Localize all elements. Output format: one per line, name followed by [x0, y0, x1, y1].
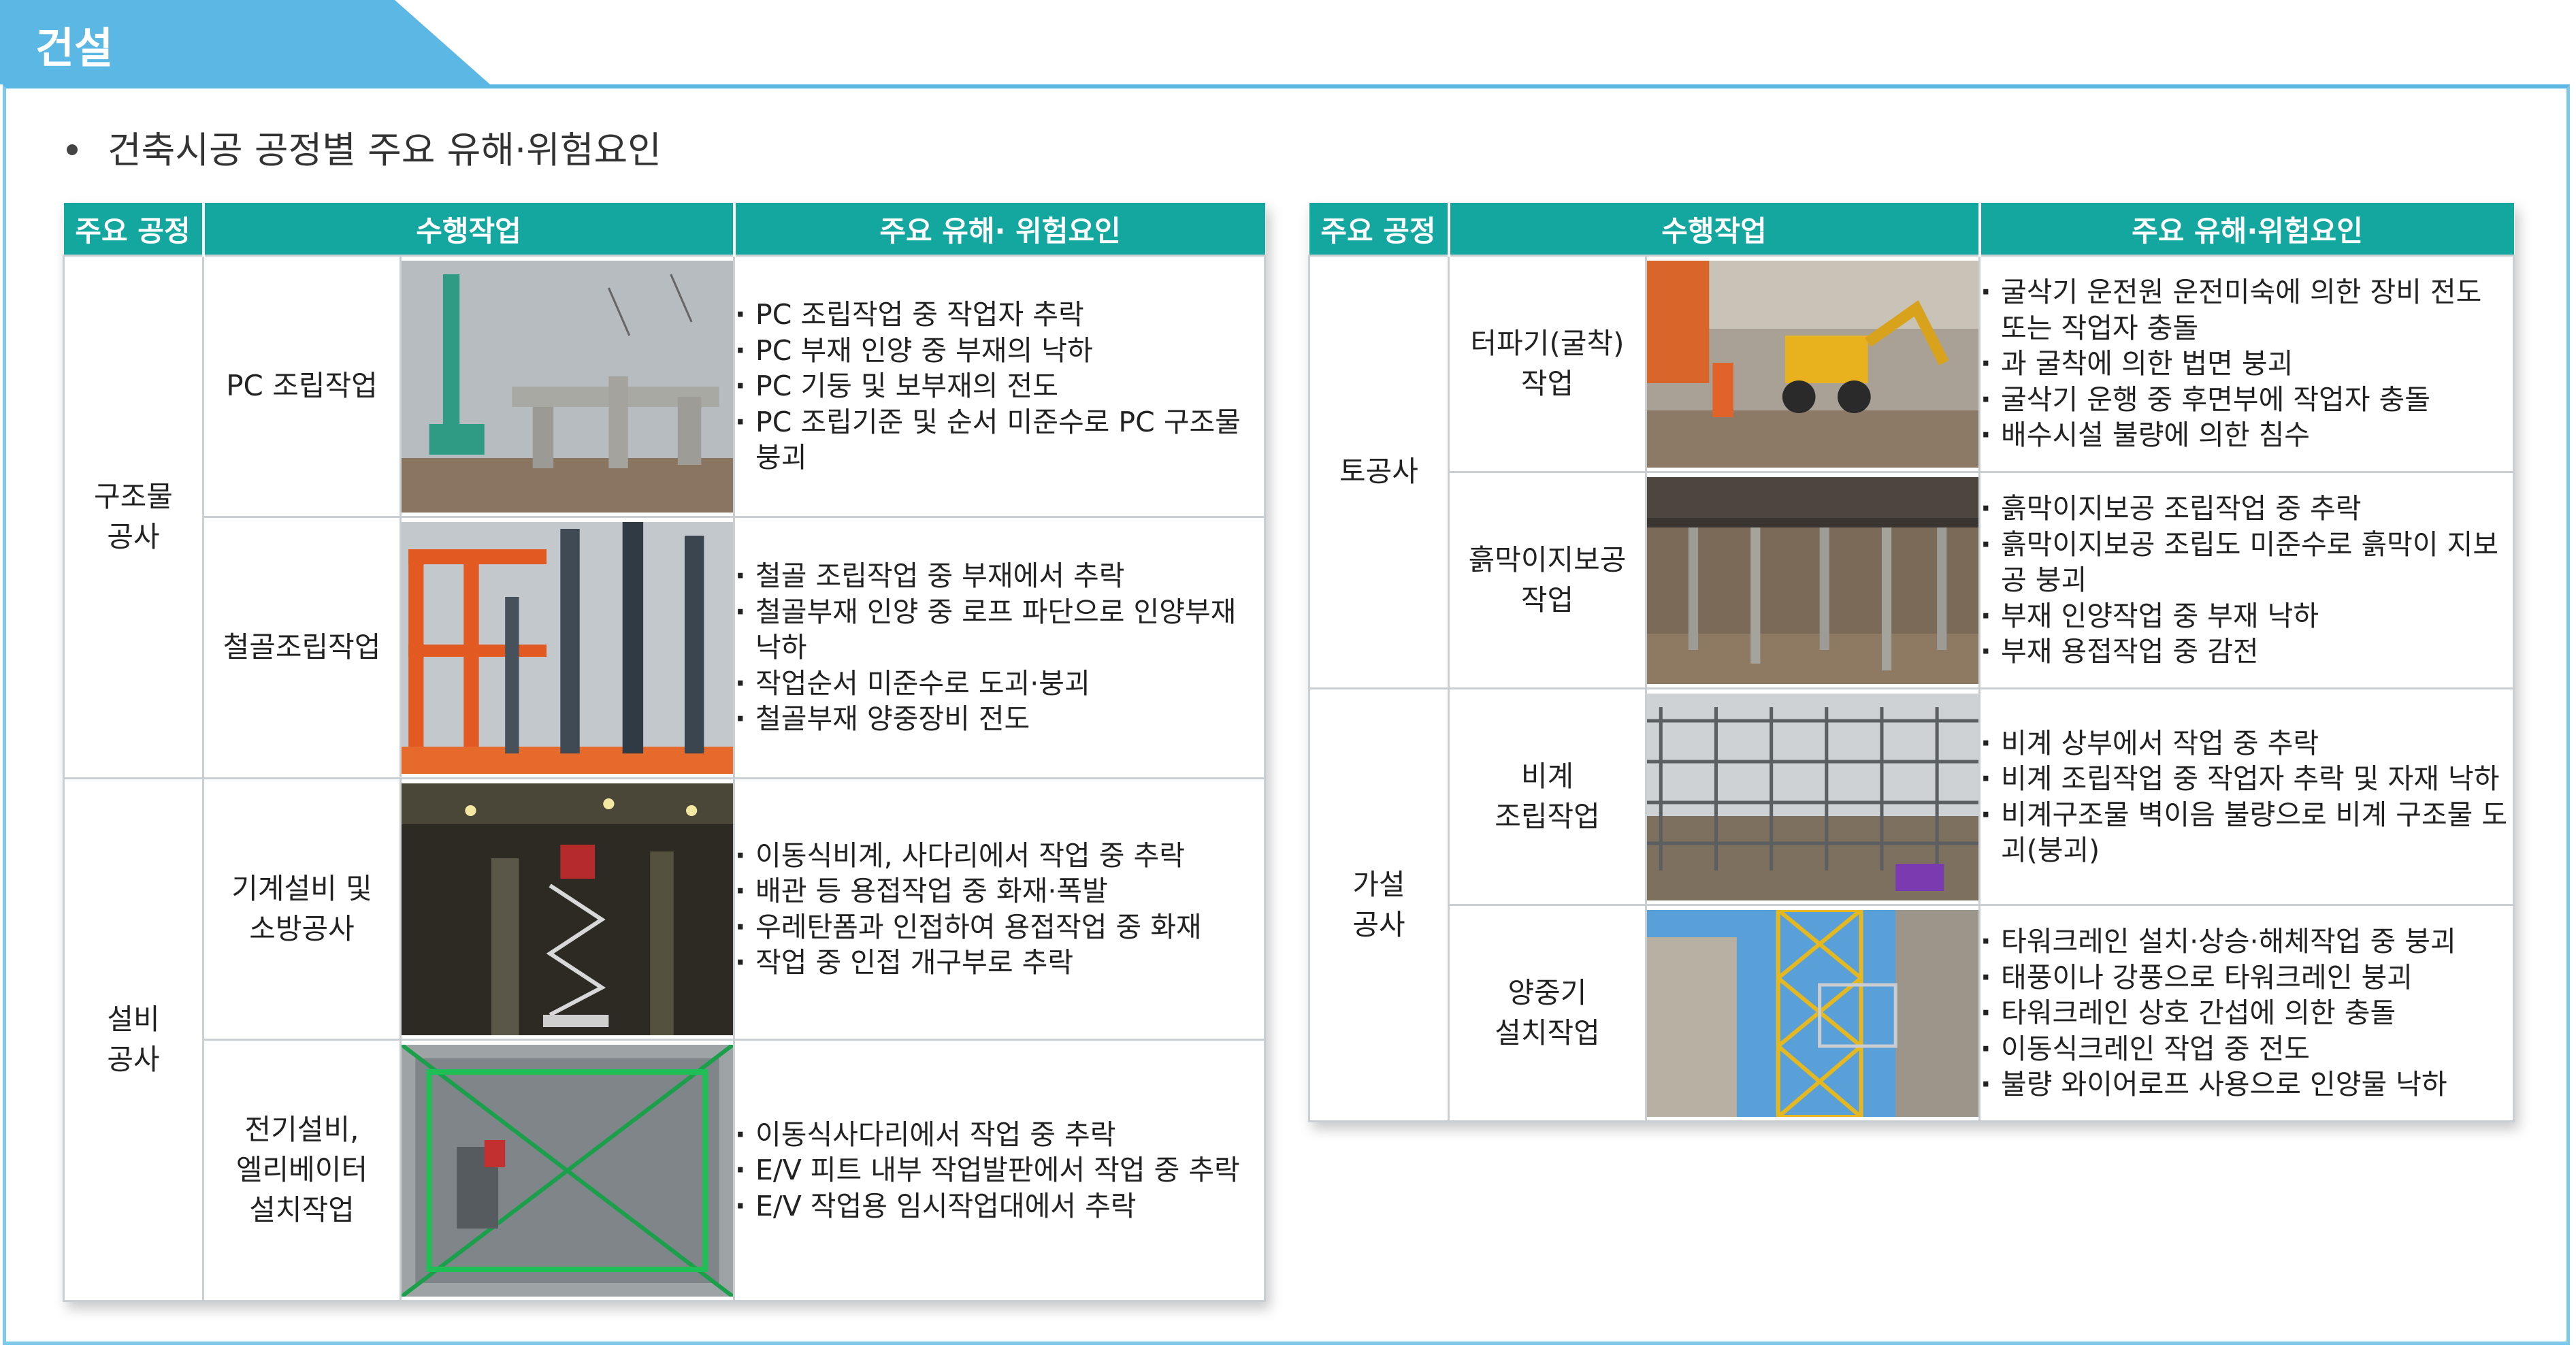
- hazard-item: 굴삭기 운행 중 후면부에 작업자 충돌: [1980, 382, 2513, 418]
- photo-cell: [1645, 255, 1980, 473]
- hazard-item: 부재 인양작업 중 부재 낙하: [1980, 598, 2513, 634]
- elevator-shaft-photo: [402, 1044, 733, 1297]
- hazard-item: 흙막이지보공 조립도 미준수로 흙막이 지보공 붕괴: [1980, 527, 2513, 598]
- task-cell: 철골조립작업: [202, 516, 402, 779]
- task-cell: 비계 조립작업: [1448, 687, 1647, 906]
- hazard-item: 이동식사다리에서 작업 중 추락: [735, 1117, 1264, 1153]
- hazard-item: 불량 와이어로프 사용으로 인양물 낙하: [1980, 1067, 2513, 1103]
- earth-retaining-photo: [1647, 476, 1978, 684]
- hazard-cell: 비계 상부에서 작업 중 추락 비계 조립작업 중 작업자 추락 및 자재 낙하…: [1978, 687, 2515, 906]
- hazard-item: PC 기둥 및 보부재의 전도: [735, 368, 1264, 404]
- hazard-item: 배수시설 불량에 의한 침수: [1980, 417, 2513, 453]
- process-cell: 구조물 공사: [63, 255, 204, 779]
- hazard-list: 이동식비계, 사다리에서 작업 중 추락 배관 등 용접작업 중 화재·폭발 우…: [735, 838, 1264, 981]
- col-header-task: 수행작업: [203, 203, 736, 256]
- table-row: 가설 공사 비계 조립작업 비계: [1308, 687, 2515, 1122]
- steel-assembly-photo: [402, 521, 733, 774]
- hazard-cell: 타워크레인 설치·상승·해체작업 중 붕괴 태풍이나 강풍으로 타워크레인 붕괴…: [1978, 904, 2515, 1122]
- bullet-dot: [67, 144, 78, 156]
- hazard-cell: 흙막이지보공 조립작업 중 추락 흙막이지보공 조립도 미준수로 흙막이 지보공…: [1978, 471, 2515, 689]
- mechanical-work-photo: [402, 783, 733, 1035]
- hazard-item: 타워크레인 상호 간섭에 의한 충돌: [1980, 995, 2513, 1031]
- table-row: 구조물 공사 PC 조립작업 PC 조립작업 중 작: [63, 255, 1266, 779]
- right-hazard-table: 주요 공정 수행작업 주요 유해·위험요인 토공사 터파기(굴착) 작업 · 굴…: [1308, 203, 2515, 1122]
- col-header-process: 주요 공정: [63, 203, 205, 256]
- hazard-list: 이동식사다리에서 작업 중 추락 E/V 피트 내부 작업발판에서 작업 중 추…: [735, 1117, 1264, 1224]
- col-header-hazard: 주요 유해·위험요인: [1979, 203, 2514, 256]
- hazard-item: 작업 중 인접 개구부로 추락: [735, 945, 1264, 981]
- hazard-list: 타워크레인 설치·상승·해체작업 중 붕괴 태풍이나 강풍으로 타워크레인 붕괴…: [1980, 924, 2513, 1103]
- photo-cell: [400, 777, 735, 1041]
- hazard-item: 이동식비계, 사다리에서 작업 중 추락: [735, 838, 1264, 874]
- hazard-item: 배관 등 용접작업 중 화재·폭발: [735, 873, 1264, 909]
- hazard-list: 굴삭기 운전원 운전미숙에 의한 장비 전도 또는 작업자 충돌 과 굴착에 의…: [1980, 274, 2513, 453]
- table-row: 양중기 설치작업 타워크레인 설치·상승·해체작: [1309, 904, 2515, 1122]
- photo-cell: [1645, 904, 1980, 1122]
- table-row: 철골조립작업 철골 조립작업 중 부재에서 추락: [64, 516, 1266, 779]
- task-cell: 흙막이지보공 작업: [1448, 471, 1647, 689]
- hazard-item: 흙막이지보공 조립작업 중 추락: [1980, 491, 2513, 527]
- hazard-cell: 굴삭기 운전원 운전미숙에 의한 장비 전도 또는 작업자 충돌 과 굴착에 의…: [1978, 255, 2515, 473]
- col-header-process: 주요 공정: [1309, 203, 1450, 256]
- hazard-list: PC 조립작업 중 작업자 추락 PC 부재 인양 중 부재의 낙하 PC 기둥…: [735, 297, 1264, 475]
- task-cell: PC 조립작업: [202, 255, 402, 518]
- hazard-item: 철골 조립작업 중 부재에서 추락: [735, 558, 1264, 594]
- hazard-list: 철골 조립작업 중 부재에서 추락 철골부재 인양 중 로프 파단으로 인양부재…: [735, 558, 1264, 737]
- table-header-row: 주요 공정 수행작업 주요 유해·위험요인: [1309, 203, 2514, 256]
- photo-cell: [400, 516, 735, 779]
- table-row: 토공사 터파기(굴착) 작업 굴삭기 운전원 운전미숙에 의한 장비 전도: [1308, 255, 2515, 689]
- intro-text: 건축시공 공정별 주요 유해·위험요인: [108, 129, 662, 172]
- hazard-item: 철골부재 인양 중 로프 파단으로 인양부재 낙하: [735, 594, 1264, 666]
- tower-crane-photo: [1647, 909, 1978, 1117]
- hazard-item: 타워크레인 설치·상승·해체작업 중 붕괴: [1980, 924, 2513, 960]
- col-header-task: 수행작업: [1448, 203, 1981, 256]
- process-cell: 가설 공사: [1308, 687, 1450, 1122]
- photo-cell: [400, 255, 735, 518]
- task-cell: 양중기 설치작업: [1448, 904, 1647, 1122]
- hazard-item: E/V 피트 내부 작업발판에서 작업 중 추락: [735, 1152, 1264, 1188]
- hazard-cell: 철골 조립작업 중 부재에서 추락 철골부재 인양 중 로프 파단으로 인양부재…: [733, 516, 1266, 779]
- photo-cell: [1645, 471, 1980, 689]
- left-hazard-table: 주요 공정 수행작업 주요 유해· 위험요인 구조물 공사 PC 조립작업 · …: [63, 203, 1266, 1302]
- hazard-cell: 이동식비계, 사다리에서 작업 중 추락 배관 등 용접작업 중 화재·폭발 우…: [733, 777, 1266, 1041]
- hazard-item: 부재 용접작업 중 감전: [1980, 634, 2513, 670]
- hazard-list: 흙막이지보공 조립작업 중 추락 흙막이지보공 조립도 미준수로 흙막이 지보공…: [1980, 491, 2513, 670]
- hazard-item: 비계구조물 벽이음 불량으로 비계 구조물 도괴(붕괴): [1980, 797, 2513, 868]
- process-cell: 설비 공사: [63, 777, 204, 1302]
- section-title: 건설: [35, 23, 114, 73]
- col-header-hazard: 주요 유해· 위험요인: [734, 203, 1265, 256]
- pc-assembly-photo: [402, 260, 733, 513]
- hazard-item: 비계 조립작업 중 작업자 추락 및 자재 낙하: [1980, 761, 2513, 797]
- task-cell: 기계설비 및 소방공사: [202, 777, 402, 1041]
- hazard-item: 태풍이나 강풍으로 타워크레인 붕괴: [1980, 960, 2513, 996]
- process-cell: 토공사: [1308, 255, 1450, 689]
- excavation-photo: [1647, 260, 1978, 468]
- hazard-item: PC 조립기준 및 순서 미준수로 PC 구조물 붕괴: [735, 404, 1264, 476]
- hazard-item: 과 굴착에 의한 법면 붕괴: [1980, 346, 2513, 382]
- hazard-item: 작업순서 미준수로 도괴·붕괴: [735, 666, 1264, 702]
- hazard-item: 이동식크레인 작업 중 전도: [1980, 1031, 2513, 1067]
- photo-cell: [400, 1039, 735, 1302]
- hazard-item: PC 조립작업 중 작업자 추락: [735, 297, 1264, 333]
- table-row: 설비 공사 기계설비 및 소방공사 이동식비계, 사: [63, 777, 1266, 1302]
- photo-cell: [1645, 687, 1980, 906]
- task-cell: 터파기(굴착) 작업: [1448, 255, 1647, 473]
- intro-line: 건축시공 공정별 주요 유해·위험요인: [67, 120, 662, 174]
- table-row: 전기설비, 엘리베이터 설치작업 이동식사다리에서 작업 중 추락 E/V 피트…: [64, 1039, 1266, 1302]
- task-cell: 전기설비, 엘리베이터 설치작업: [202, 1039, 402, 1302]
- hazard-cell: PC 조립작업 중 작업자 추락 PC 부재 인양 중 부재의 낙하 PC 기둥…: [733, 255, 1266, 518]
- hazard-item: PC 부재 인양 중 부재의 낙하: [735, 333, 1264, 369]
- table-row: 흙막이지보공 작업 흙막이지보공 조립작업 중 추락 흙막이지보공: [1309, 471, 2515, 689]
- hazard-item: E/V 작업용 임시작업대에서 추락: [735, 1188, 1264, 1224]
- hazard-item: 비계 상부에서 작업 중 추락: [1980, 726, 2513, 762]
- section-tab: 건설: [0, 0, 490, 84]
- hazard-item: 철골부재 양중장비 전도: [735, 701, 1264, 737]
- scaffolding-photo: [1647, 693, 1978, 900]
- hazard-list: 비계 상부에서 작업 중 추락 비계 조립작업 중 작업자 추락 및 자재 낙하…: [1980, 726, 2513, 868]
- hazard-item: 우레탄폼과 인접하여 용접작업 중 화재: [735, 909, 1264, 945]
- table-header-row: 주요 공정 수행작업 주요 유해· 위험요인: [63, 203, 1265, 256]
- hazard-item: 굴삭기 운전원 운전미숙에 의한 장비 전도 또는 작업자 충돌: [1980, 274, 2513, 346]
- hazard-cell: 이동식사다리에서 작업 중 추락 E/V 피트 내부 작업발판에서 작업 중 추…: [733, 1039, 1266, 1302]
